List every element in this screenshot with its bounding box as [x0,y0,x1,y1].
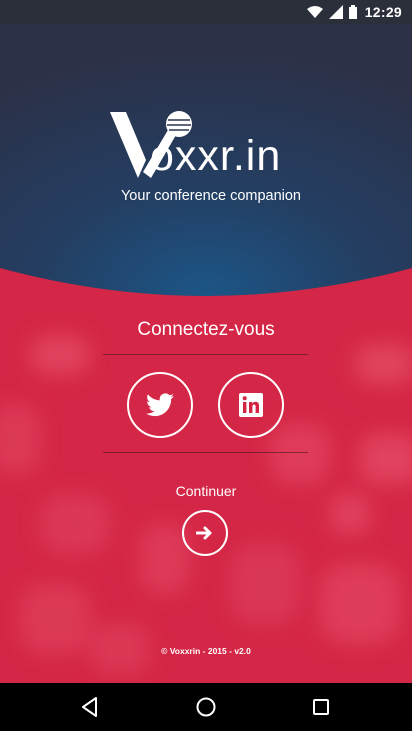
status-icons [306,5,357,19]
tagline: Your conference companion [120,188,302,204]
divider-top [103,354,308,355]
back-icon[interactable] [78,695,102,719]
linkedin-login-button[interactable] [218,372,284,438]
status-time: 12:29 [364,4,402,20]
wifi-icon [306,6,323,18]
logo-text: oxxr.in [150,132,282,180]
twitter-icon [146,393,174,417]
home-icon[interactable] [194,695,218,719]
login-screen: oxxr.in Your conference companion Connec… [0,24,412,683]
linkedin-icon [239,393,263,417]
footer-copyright: © Voxxrin - 2015 - v2.0 [161,646,251,656]
continue-button[interactable] [182,510,228,556]
status-bar: 12:29 [0,0,412,24]
continue-label: Continuer [175,483,237,499]
twitter-login-button[interactable] [127,372,193,438]
battery-icon [348,5,357,19]
login-title: Connectez-vous [137,319,275,340]
divider-bottom [103,452,308,453]
recent-apps-icon[interactable] [309,695,333,719]
arrow-right-icon [196,526,212,540]
navigation-bar [0,683,412,731]
signal-icon [328,5,343,19]
